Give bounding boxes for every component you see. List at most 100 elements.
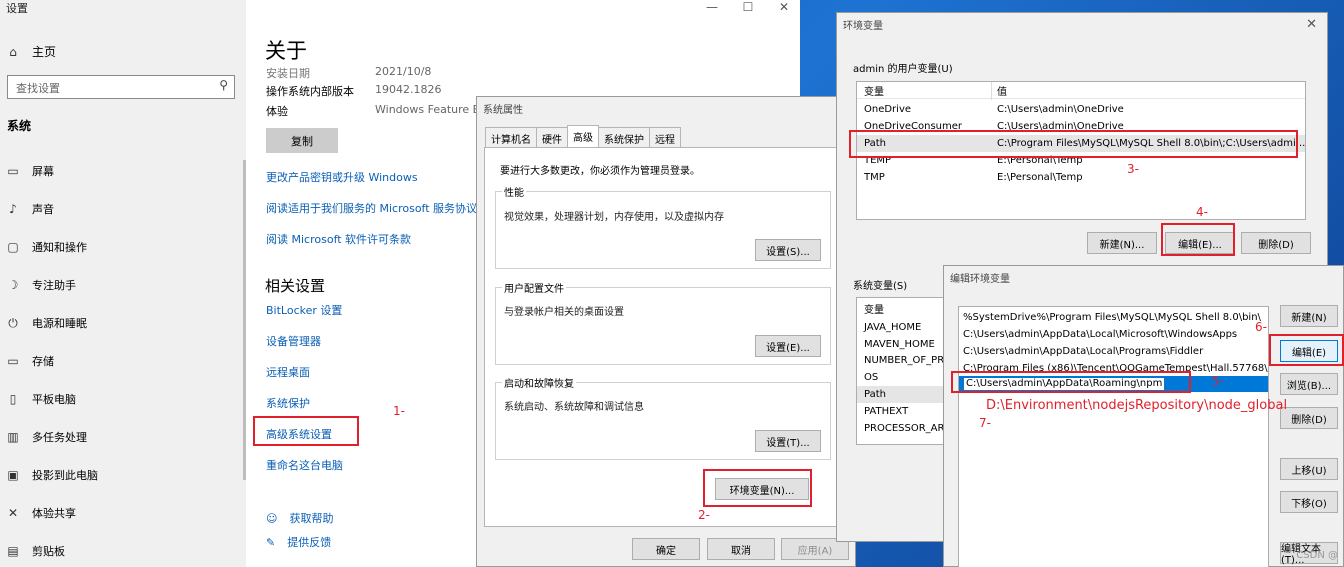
annotation-label-6: 6-	[1255, 320, 1267, 334]
close-button[interactable]: ✕	[769, 0, 799, 14]
sidebar-item-label: 屏幕	[32, 165, 54, 178]
home-nav-item[interactable]: ⌂ 主页	[6, 43, 56, 60]
display-icon: ▭	[7, 164, 19, 178]
dialog-title: 系统属性	[483, 105, 523, 116]
shared-experience-icon: ✕	[7, 506, 19, 520]
sidebar-section-title: 系统	[7, 119, 32, 133]
delete-path-button[interactable]: 删除(D)	[1280, 407, 1338, 429]
spec-label: 操作系统内部版本	[266, 85, 354, 98]
tab-computer-name[interactable]: 计算机名	[485, 127, 537, 149]
sidebar-item-notifications[interactable]: ▢ 通知和操作	[6, 237, 87, 257]
cancel-button[interactable]: 取消	[707, 538, 775, 560]
annotation-box-1	[253, 416, 359, 446]
list-header: 变量 值	[857, 82, 1305, 100]
group-description: 与登录帐户相关的桌面设置	[504, 307, 624, 318]
new-path-button[interactable]: 新建(N)	[1280, 305, 1338, 327]
annotation-box-3	[849, 130, 1298, 158]
watermark: CSDN @	[1296, 550, 1338, 561]
close-icon[interactable]: ✕	[1306, 17, 1317, 32]
sidebar-item-multitasking[interactable]: ▥ 多任务处理	[6, 427, 87, 447]
sidebar-item-shared-experience[interactable]: ✕ 体验共享	[6, 503, 76, 523]
annotation-label-2: 2-	[698, 508, 710, 522]
clipboard-icon: ▤	[7, 544, 19, 558]
spec-label: 安装日期	[266, 67, 310, 80]
minimize-button[interactable]: —	[697, 0, 727, 14]
startup-settings-button[interactable]: 设置(T)...	[755, 430, 821, 452]
sidebar-item-storage[interactable]: ▭ 存储	[6, 351, 54, 371]
tablet-icon: ▯	[9, 392, 17, 406]
sidebar-item-label: 声音	[32, 203, 54, 216]
table-row[interactable]: OneDrive C:\Users\admin\OneDrive	[857, 101, 1305, 118]
performance-group: 性能 视觉效果，处理器计划，内存使用，以及虚拟内存 设置(S)...	[495, 184, 831, 269]
spec-value: 2021/10/8	[375, 65, 432, 78]
performance-settings-button[interactable]: 设置(S)...	[755, 239, 821, 261]
bitlocker-link[interactable]: BitLocker 设置	[266, 302, 342, 318]
profile-settings-button[interactable]: 设置(E)...	[755, 335, 821, 357]
system-protection-link[interactable]: 系统保护	[266, 395, 310, 411]
admin-note: 要进行大多数更改，你必须作为管理员登录。	[500, 166, 700, 177]
annotation-box-4	[1161, 223, 1235, 256]
get-help-link[interactable]: ☺ 获取帮助	[266, 510, 333, 526]
sidebar-item-sound[interactable]: ♪ 声音	[6, 199, 54, 219]
maximize-button[interactable]: ☐	[733, 0, 763, 14]
annotation-label-7: 7-	[979, 416, 991, 430]
sidebar-item-project[interactable]: ▣ 投影到此电脑	[6, 465, 98, 485]
change-product-key-link[interactable]: 更改产品密钥或升级 Windows	[266, 169, 418, 185]
path-entries-list[interactable]: %SystemDrive%\Program Files\MySQL\MySQL …	[958, 306, 1269, 567]
dialog-title: 编辑环境变量	[950, 274, 1010, 285]
sidebar-item-clipboard[interactable]: ▤ 剪贴板	[6, 541, 65, 561]
system-variables-label: 系统变量(S)	[853, 281, 908, 292]
rename-pc-link[interactable]: 重命名这台电脑	[266, 457, 343, 473]
power-icon: ⏻	[8, 315, 18, 330]
search-icon: ⚲	[219, 78, 228, 92]
sidebar-item-focus-assist[interactable]: ☽ 专注助手	[6, 275, 76, 295]
spec-label: 体验	[266, 105, 288, 118]
list-item[interactable]: C:\Users\admin\AppData\Local\Programs\Fi…	[963, 343, 1203, 359]
storage-icon: ▭	[7, 354, 19, 368]
sidebar-item-label: 专注助手	[32, 279, 76, 292]
home-label: 主页	[32, 45, 57, 59]
search-input[interactable]: 查找设置 ⚲	[7, 75, 235, 99]
page-title: 关于	[265, 39, 307, 63]
tab-hardware[interactable]: 硬件	[536, 127, 568, 149]
column-header-value[interactable]: 值	[997, 83, 1007, 98]
move-down-button[interactable]: 下移(O)	[1280, 491, 1338, 513]
notification-icon: ▢	[7, 240, 19, 254]
group-title: 性能	[502, 184, 526, 199]
tab-system-protection[interactable]: 系统保护	[598, 127, 650, 149]
annotation-label-4: 4-	[1196, 205, 1208, 219]
tab-strip: 计算机名 硬件 高级 系统保护 远程	[485, 125, 681, 149]
variable-name: TMP	[864, 172, 885, 183]
sidebar-item-tablet[interactable]: ▯ 平板电脑	[6, 389, 76, 409]
table-row[interactable]: TMP E:\Personal\Temp	[857, 169, 1305, 186]
sidebar-item-label: 存储	[32, 355, 54, 368]
license-terms-link[interactable]: 阅读 Microsoft 软件许可条款	[266, 231, 411, 247]
tab-remote[interactable]: 远程	[649, 127, 681, 149]
list-item[interactable]: %SystemDrive%\Program Files\MySQL\MySQL …	[963, 309, 1261, 325]
edit-environment-variable-dialog: 编辑环境变量 %SystemDrive%\Program Files\MySQL…	[943, 265, 1344, 567]
sidebar-item-label: 通知和操作	[32, 241, 87, 254]
sidebar-item-display[interactable]: ▭ 屏幕	[6, 161, 54, 181]
give-feedback-link[interactable]: ✎ 提供反馈	[266, 534, 331, 550]
sidebar-item-power[interactable]: ⏻ 电源和睡眠	[6, 313, 87, 333]
sound-icon: ♪	[9, 202, 17, 216]
spec-value: 19042.1826	[375, 83, 442, 96]
move-up-button[interactable]: 上移(U)	[1280, 458, 1338, 480]
remote-desktop-link[interactable]: 远程桌面	[266, 364, 310, 380]
device-manager-link[interactable]: 设备管理器	[266, 333, 321, 349]
help-icon: ☺	[266, 511, 278, 525]
list-item[interactable]: C:\Users\admin\AppData\Local\Microsoft\W…	[963, 326, 1237, 342]
startup-recovery-group: 启动和故障恢复 系统启动、系统故障和调试信息 设置(T)...	[495, 375, 831, 460]
feedback-label: 提供反馈	[287, 536, 332, 549]
new-user-variable-button[interactable]: 新建(N)...	[1087, 232, 1157, 254]
delete-user-variable-button[interactable]: 删除(D)	[1241, 232, 1311, 254]
column-header-variable[interactable]: 变量	[864, 83, 884, 98]
browse-button[interactable]: 浏览(B)...	[1280, 373, 1338, 395]
tab-advanced[interactable]: 高级	[567, 125, 599, 149]
copy-button[interactable]: 复制	[266, 128, 338, 153]
ok-button[interactable]: 确定	[632, 538, 700, 560]
sidebar-item-label: 投影到此电脑	[32, 469, 98, 482]
annotation-new-path: D:\Environment\nodejsRepository\node_glo…	[986, 398, 1288, 413]
sidebar-scrollbar[interactable]	[243, 160, 246, 480]
service-agreement-link[interactable]: 阅读适用于我们服务的 Microsoft 服务协议	[266, 200, 477, 216]
